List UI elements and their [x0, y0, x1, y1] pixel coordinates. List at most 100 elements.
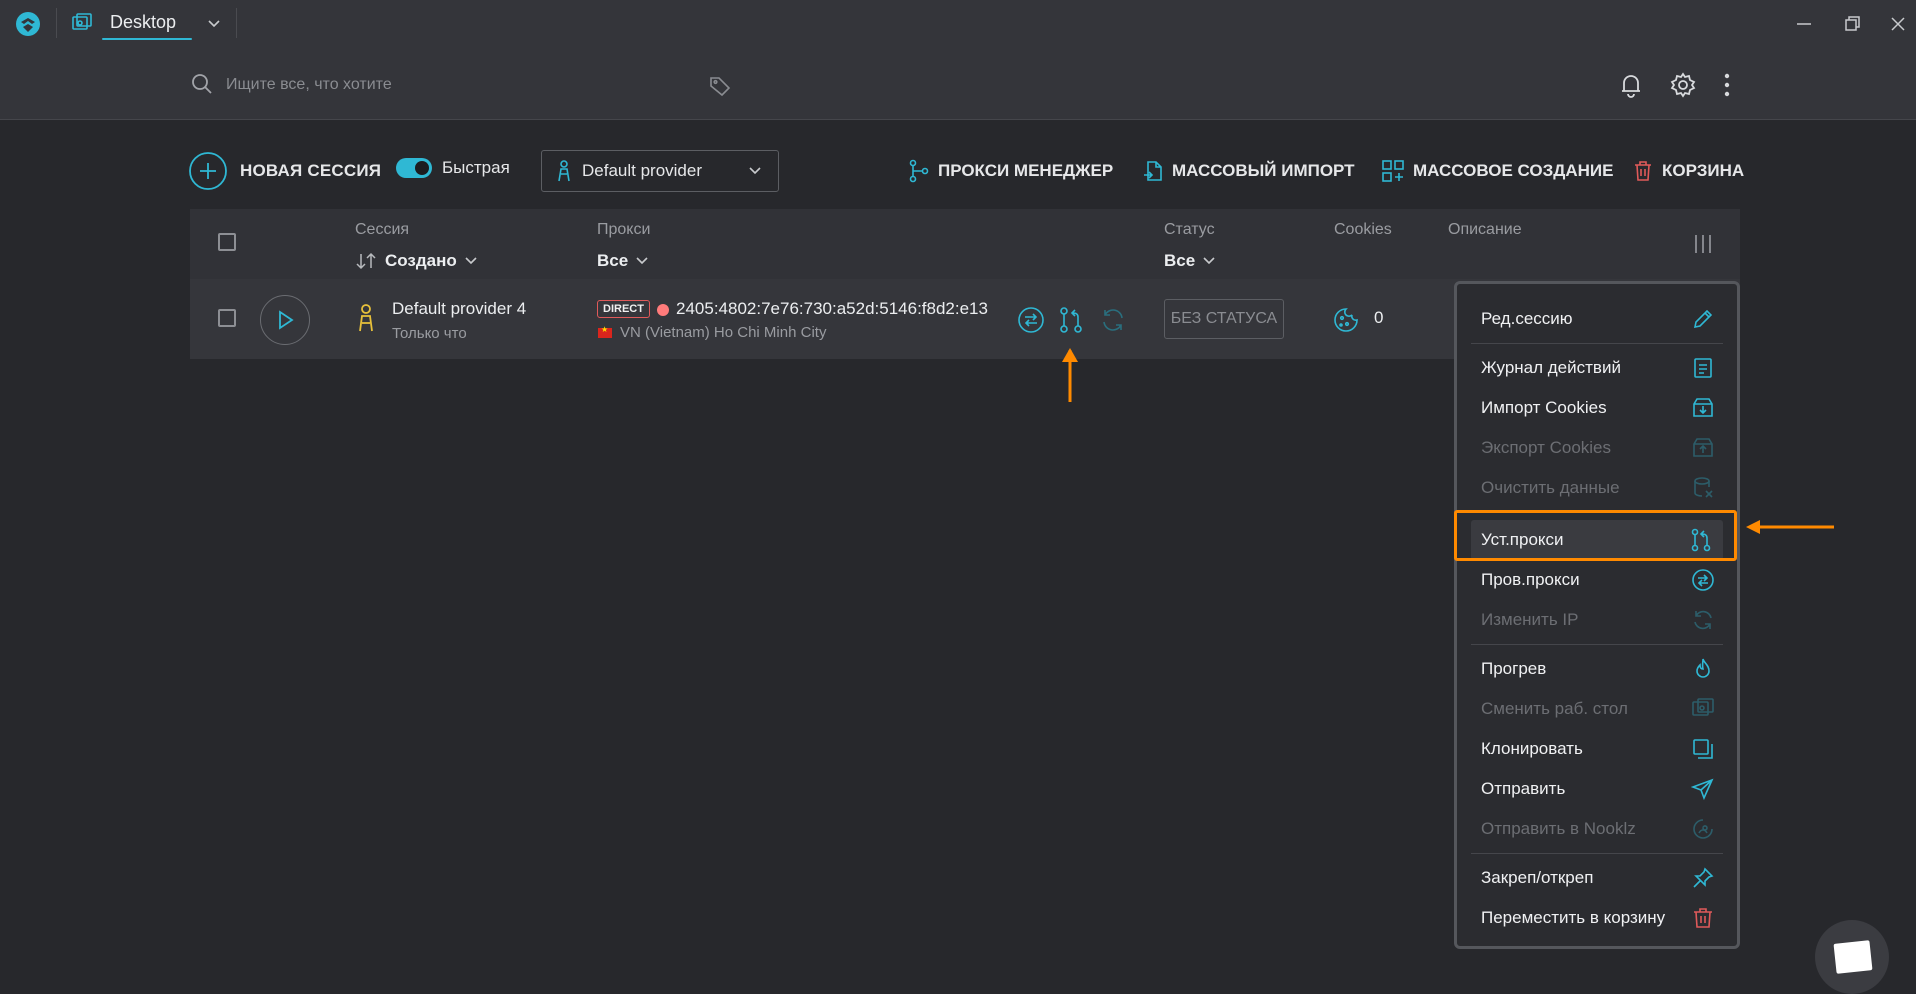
proxy-filter[interactable]: Все [597, 251, 650, 271]
menu-item-action-log[interactable]: Журнал действий [1457, 348, 1737, 388]
divider [56, 8, 57, 38]
check-proxy-icon [1692, 569, 1714, 591]
menu-item-edit-session[interactable]: Ред.сессию [1457, 299, 1737, 339]
session-sort-label: Создано [385, 251, 457, 270]
quick-toggle[interactable]: Быстрая [396, 158, 510, 178]
close-icon[interactable] [1884, 10, 1912, 38]
refresh-icon [1694, 610, 1712, 630]
toggle-switch[interactable] [396, 158, 432, 178]
menu-item-label: Уст.прокси [1481, 530, 1564, 549]
menu-item-label: Клонировать [1481, 739, 1583, 758]
app-header: Desktop [0, 0, 1916, 120]
menu-item-warmup[interactable]: Прогрев [1457, 649, 1737, 689]
refresh-icon [1098, 305, 1128, 335]
provider-select[interactable]: Default provider [541, 150, 779, 192]
send-nooklz-icon [1693, 819, 1713, 839]
trash-icon [1694, 908, 1712, 928]
menu-item-label: Отправить в Nooklz [1481, 819, 1636, 838]
mass-create-button[interactable]: МАССОВОЕ СОЗДАНИЕ [1381, 156, 1613, 186]
desktop-profile-icon[interactable] [70, 12, 94, 36]
menu-item-clone[interactable]: Клонировать [1457, 729, 1737, 769]
menu-item-set-proxy[interactable]: Уст.прокси [1471, 520, 1723, 560]
menu-item-export-cookies: Экспорт Cookies [1457, 428, 1737, 468]
minimize-icon[interactable] [1790, 10, 1818, 38]
status-filter[interactable]: Все [1164, 251, 1217, 271]
menu-item-label: Закреп/откреп [1481, 868, 1594, 887]
menu-item-send-nooklz: Отправить в Nooklz [1457, 809, 1737, 849]
annotation-arrow-up [1059, 346, 1081, 404]
columns-settings-icon[interactable] [1692, 233, 1714, 255]
trash-button[interactable]: КОРЗИНА [1632, 156, 1744, 186]
search-input[interactable] [226, 70, 686, 100]
menu-item-switch-desktop: Сменить раб. стол [1457, 689, 1737, 729]
cookie-icon [1332, 306, 1360, 334]
menu-item-label: Переместить в корзину [1481, 908, 1666, 927]
mass-import-button[interactable]: МАССОВЫЙ ИМПОРТ [1142, 156, 1355, 186]
row-checkbox[interactable] [218, 309, 236, 327]
menu-item-label: Журнал действий [1481, 358, 1621, 377]
menu-item-send[interactable]: Отправить [1457, 769, 1737, 809]
cookies-count: 0 [1374, 308, 1384, 327]
flame-icon [1696, 658, 1710, 678]
chevron-down-icon [465, 257, 477, 265]
plus-circle-icon [188, 151, 228, 191]
proxy-location: VN (Vietnam) Ho Chi Minh City [620, 324, 827, 341]
session-sort-control[interactable]: Создано [355, 251, 479, 271]
column-status: Статус [1164, 221, 1215, 238]
proxy-connect-icon[interactable] [1056, 305, 1086, 335]
divider [236, 8, 237, 38]
chevron-down-icon[interactable] [204, 14, 224, 34]
proxy-filter-label: Все [597, 251, 629, 270]
bell-icon[interactable] [1616, 70, 1646, 100]
proxy-manager-button[interactable]: ПРОКСИ МЕНЕДЖЕР [908, 156, 1113, 186]
select-all-checkbox[interactable] [218, 233, 236, 251]
more-vertical-icon[interactable] [1712, 70, 1742, 100]
new-session-button[interactable]: НОВАЯ СЕССИЯ [188, 150, 381, 192]
play-icon [279, 310, 294, 330]
grid-add-icon [1382, 160, 1404, 182]
tag-icon[interactable] [708, 74, 732, 98]
proxy-type-badge: DIRECT [597, 300, 650, 318]
sort-icon [356, 252, 376, 270]
desktop-tab-label[interactable]: Desktop [110, 12, 176, 33]
column-session: Сессия [355, 221, 410, 238]
menu-divider [1471, 853, 1723, 854]
desktop-tab-indicator [102, 38, 192, 40]
provider-select-value: Default provider [582, 161, 703, 180]
menu-item-label: Сменить раб. стол [1481, 699, 1628, 718]
menu-item-clear-data: Очистить данные [1457, 468, 1737, 508]
send-icon [1691, 778, 1714, 801]
play-session-button[interactable] [260, 295, 310, 345]
status-badge[interactable]: БЕЗ СТАТУСА [1164, 299, 1284, 339]
session-name[interactable]: Default provider 4 [392, 299, 526, 319]
floating-chat-button[interactable] [1815, 920, 1889, 994]
quick-toggle-label: Быстрая [442, 158, 510, 177]
gear-icon[interactable] [1668, 70, 1698, 100]
pencil-icon [1693, 309, 1713, 329]
menu-divider [1471, 512, 1723, 513]
person-icon [558, 160, 570, 182]
menu-item-check-proxy[interactable]: Пров.прокси [1457, 560, 1737, 600]
chevron-down-icon [1203, 257, 1215, 265]
pin-icon [1693, 867, 1714, 888]
session-created: Только что [392, 325, 467, 342]
chat-icon [1833, 940, 1873, 974]
menu-item-move-to-trash[interactable]: Переместить в корзину [1457, 898, 1737, 938]
export-box-icon [1693, 438, 1713, 457]
menu-item-import-cookies[interactable]: Импорт Cookies [1457, 388, 1737, 428]
desktop-switch-icon [1692, 698, 1714, 716]
check-proxy-icon[interactable] [1016, 305, 1046, 335]
menu-item-pin[interactable]: Закреп/откреп [1457, 858, 1737, 898]
file-import-icon [1144, 161, 1162, 181]
chevron-down-icon [749, 167, 761, 175]
annotation-arrow-left [1744, 518, 1836, 536]
menu-item-label: Импорт Cookies [1481, 398, 1607, 417]
proxy-manager-label: ПРОКСИ МЕНЕДЖЕР [938, 161, 1114, 180]
mass-create-label: МАССОВОЕ СОЗДАНИЕ [1413, 161, 1614, 180]
column-proxy: Прокси [597, 221, 651, 238]
menu-item-label: Очистить данные [1481, 478, 1620, 497]
menu-item-label: Экспорт Cookies [1481, 438, 1612, 457]
proxy-branch-icon [909, 159, 929, 183]
restore-icon[interactable] [1838, 10, 1866, 38]
column-cookies: Cookies [1334, 221, 1392, 238]
